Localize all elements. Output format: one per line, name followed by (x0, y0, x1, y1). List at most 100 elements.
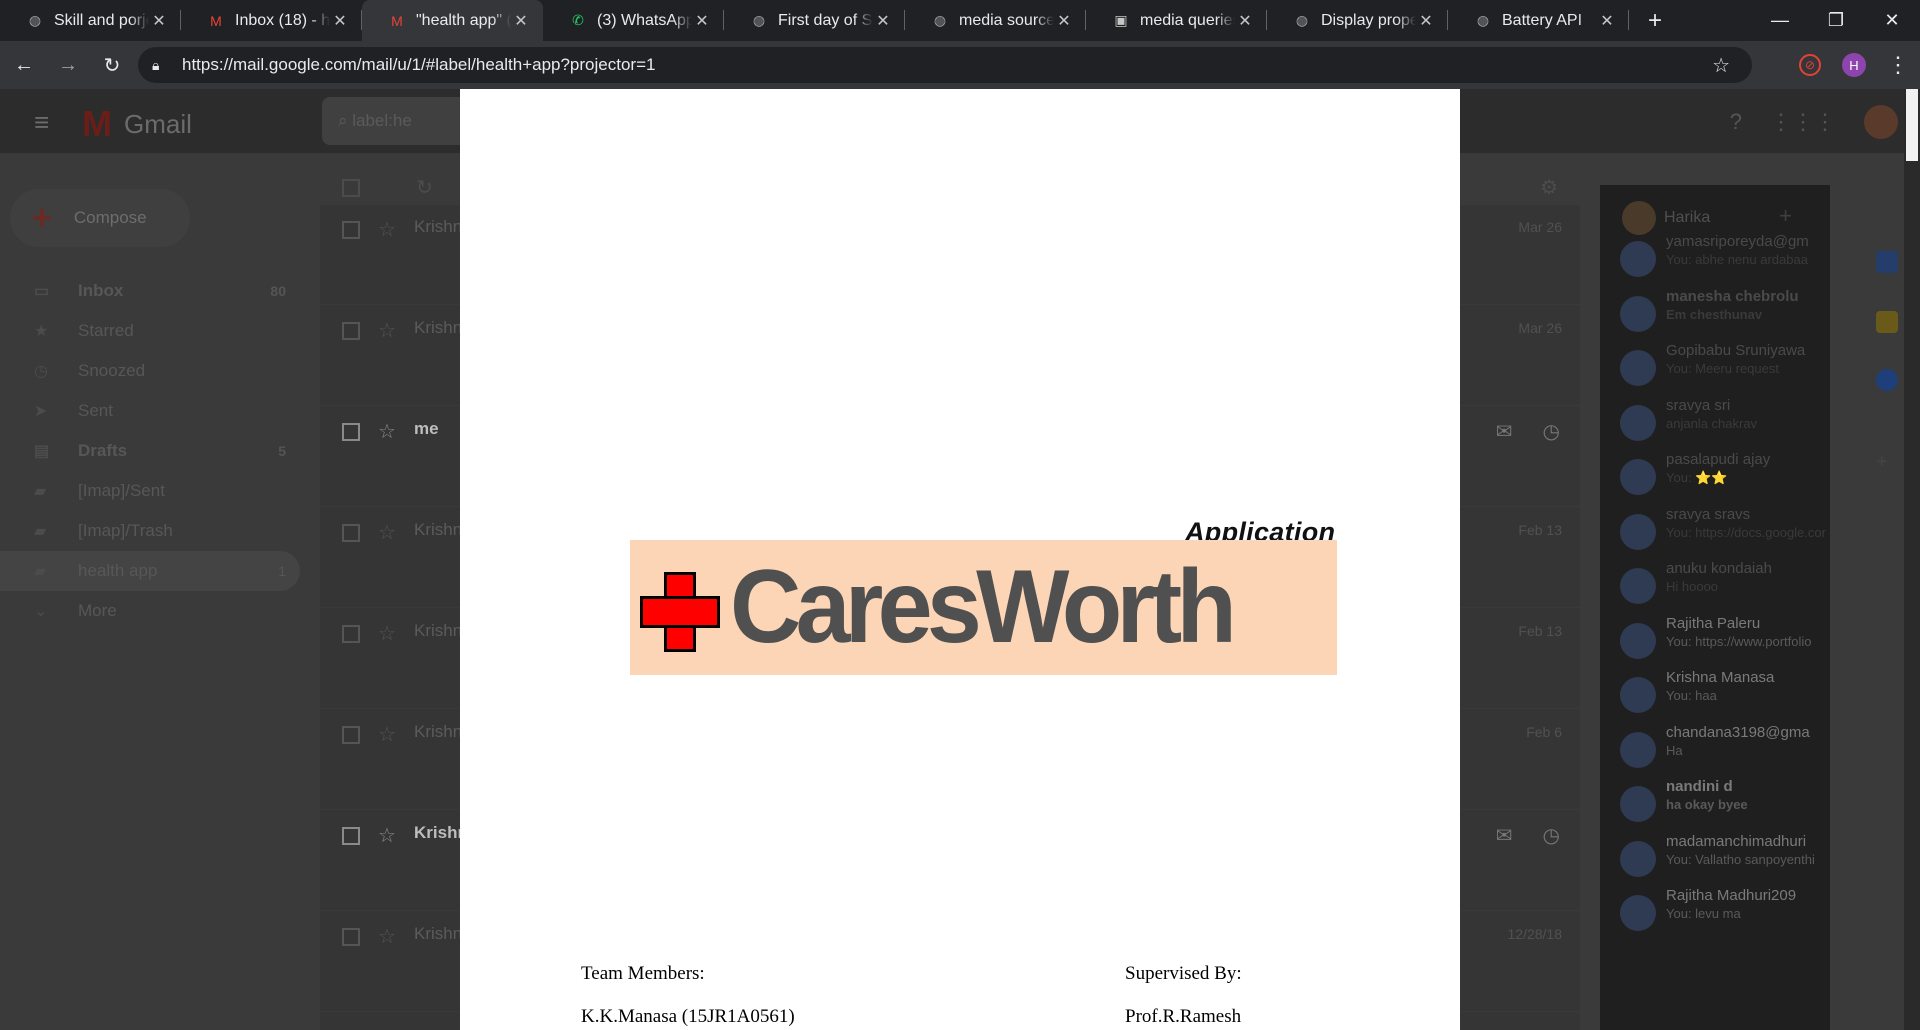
row-checkbox[interactable] (342, 827, 360, 845)
new-chat-icon[interactable]: + (1779, 203, 1792, 229)
nav-item[interactable]: ➤ Sent (0, 391, 300, 431)
url-text[interactable]: https://mail.google.com/mail/u/1/#label/… (182, 55, 655, 75)
star-icon[interactable]: ☆ (378, 520, 396, 545)
chat-contact[interactable]: yamasriporeyda@gm You: abhe nenu ardabaa (1620, 233, 1820, 287)
close-tab-icon[interactable]: ✕ (692, 11, 712, 31)
compose-plus-icon: + (32, 198, 52, 237)
search-input[interactable]: ⌕ label:he (322, 97, 462, 145)
restore-icon[interactable]: ❐ (1808, 0, 1864, 41)
tab-title: Skill and porject (54, 11, 149, 29)
browser-tab[interactable]: ◍ media source-r✕ (905, 0, 1086, 41)
snooze-icon[interactable]: ◷ (1543, 419, 1560, 444)
chat-contact[interactable]: sravya sravs You: https://docs.google.com (1620, 506, 1826, 560)
whatsapp-icon: ✆ (572, 12, 584, 28)
close-tab-icon[interactable]: ✕ (873, 11, 893, 31)
gear-icon[interactable]: ⚙ (1540, 175, 1558, 200)
chat-contact[interactable]: madamanchimadhuri You: Vallatho sanpoyent… (1620, 833, 1820, 887)
snooze-icon[interactable]: ◷ (1543, 823, 1560, 848)
chat-contact[interactable]: Rajitha Paleru You: https://www.portfolio (1620, 615, 1820, 669)
calendar-icon[interactable] (1876, 251, 1898, 273)
close-tab-icon[interactable]: ✕ (1235, 11, 1255, 31)
bookmark-star-icon[interactable]: ☆ (1712, 53, 1730, 78)
extension-icon: ⊘ (1799, 54, 1821, 76)
star-icon[interactable]: ☆ (378, 924, 396, 949)
address-bar[interactable]: 🔒︎ https://mail.google.com/mail/u/1/#lab… (138, 47, 1752, 83)
row-checkbox[interactable] (342, 322, 360, 340)
mark-read-icon[interactable]: ✉ (1496, 419, 1513, 444)
contact-message: You: Vallatho sanpoyenthi (1666, 851, 1815, 867)
refresh-icon[interactable]: ↻ (416, 175, 433, 200)
browser-tab[interactable]: ◍ Skill and porject✕ (0, 0, 181, 41)
star-icon[interactable]: ☆ (378, 621, 396, 646)
star-icon[interactable]: ☆ (378, 722, 396, 747)
browser-tab[interactable]: M Inbox (18) - harika✕ (181, 0, 362, 41)
add-addon-icon[interactable]: + (1876, 451, 1898, 473)
chat-contact[interactable]: chandana3198@gma Ha (1620, 724, 1820, 778)
menu-button[interactable]: ⋮ (1876, 52, 1920, 78)
row-checkbox[interactable] (342, 221, 360, 239)
browser-tab[interactable]: ▣ media queries ✕ (1086, 0, 1267, 41)
mark-read-icon[interactable]: ✉ (1496, 823, 1513, 848)
chat-contact[interactable]: nandini d ha okay byee (1620, 778, 1820, 832)
chat-contact[interactable]: Rajitha Madhuri209 You: levu ma (1620, 887, 1820, 941)
select-all-checkbox[interactable] (342, 179, 360, 197)
new-tab-button[interactable]: + (1635, 0, 1675, 41)
row-checkbox[interactable] (342, 524, 360, 542)
chat-contact[interactable]: manesha chebrolu Em chesthunav (1620, 288, 1820, 342)
close-tab-icon[interactable]: ✕ (330, 11, 350, 31)
star-icon[interactable]: ☆ (378, 217, 396, 242)
nav-item[interactable]: ◷ Snoozed (0, 351, 300, 391)
account-avatar[interactable] (1864, 105, 1898, 139)
browser-tab[interactable]: M "health app" (1)✕ (362, 0, 543, 41)
minimize-icon[interactable]: — (1752, 0, 1808, 41)
nav-item[interactable]: ▭ Inbox 80 (0, 271, 300, 311)
main-menu-icon[interactable]: ≡ (34, 107, 49, 138)
reload-icon[interactable]: ↻ (92, 45, 132, 85)
star-icon[interactable]: ☆ (378, 419, 396, 444)
chat-self[interactable]: Harika (1622, 201, 1710, 235)
close-tab-icon[interactable]: ✕ (1416, 11, 1436, 31)
close-tab-icon[interactable]: ✕ (149, 11, 169, 31)
row-checkbox[interactable] (342, 726, 360, 744)
chat-contact[interactable]: anuku kondaiah Hi hoooo (1620, 560, 1820, 614)
nav-item[interactable]: ▰ [Imap]/Trash (0, 511, 300, 551)
browser-tab[interactable]: ◍ Battery API ✕ (1448, 0, 1629, 41)
compose-button[interactable]: + Compose (10, 189, 190, 247)
browser-tab[interactable]: ◍ First day of SOC✕ (724, 0, 905, 41)
back-icon[interactable]: ← (4, 45, 44, 85)
keep-icon[interactable] (1876, 311, 1898, 333)
gmail-logo[interactable]: M Gmail (82, 103, 192, 145)
supervisor-name: Prof.R.Ramesh (1125, 1006, 1242, 1027)
extension-button[interactable]: ⊘ (1788, 54, 1832, 76)
self-name: Harika (1664, 209, 1711, 226)
row-checkbox[interactable] (342, 928, 360, 946)
nav-item[interactable]: ▰ [Imap]/Sent (0, 471, 300, 511)
close-window-icon[interactable]: ✕ (1864, 0, 1920, 41)
nav-item[interactable]: ▤ Drafts 5 (0, 431, 300, 471)
chat-contact[interactable]: Krishna Manasa You: haa (1620, 669, 1820, 723)
page-scrollbar[interactable] (1904, 89, 1920, 1030)
forward-icon[interactable]: → (48, 45, 88, 85)
tasks-icon[interactable] (1876, 369, 1898, 391)
row-checkbox[interactable] (342, 625, 360, 643)
scrollbar-thumb[interactable] (1906, 89, 1918, 161)
chat-contact[interactable]: pasalapudi ajay You: ⭐⭐ (1620, 451, 1820, 505)
nav-item[interactable]: ⌄ More (0, 591, 300, 631)
browser-tab[interactable]: ◍ Display propert✕ (1267, 0, 1448, 41)
chat-contact[interactable]: Gopibabu Sruniyawa You: Meeru request (1620, 342, 1820, 396)
chat-contact[interactable]: sravya sri anjanla chakrav (1620, 397, 1820, 451)
nav-count: 80 (270, 283, 286, 299)
row-checkbox[interactable] (342, 423, 360, 441)
star-icon[interactable]: ☆ (378, 318, 396, 343)
nav-item[interactable]: ▰ health app 1 (0, 551, 300, 591)
lock-icon: 🔒︎ (152, 56, 160, 73)
close-tab-icon[interactable]: ✕ (1597, 11, 1617, 31)
browser-tab[interactable]: ✆ (3) WhatsApp ✕ (543, 0, 724, 41)
help-icon[interactable]: ? (1730, 109, 1742, 135)
close-tab-icon[interactable]: ✕ (1054, 11, 1074, 31)
close-tab-icon[interactable]: ✕ (511, 11, 531, 31)
nav-item[interactable]: ★ Starred (0, 311, 300, 351)
profile-button[interactable]: H (1832, 53, 1876, 77)
apps-grid-icon[interactable]: ⋮⋮⋮ (1770, 109, 1836, 135)
star-icon[interactable]: ☆ (378, 823, 396, 848)
